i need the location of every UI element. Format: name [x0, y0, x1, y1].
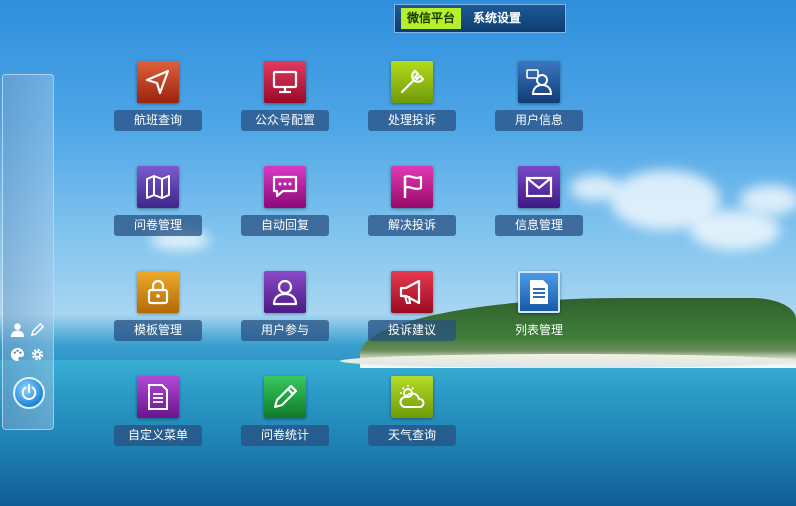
- app-survey-management[interactable]: 问卷管理: [103, 166, 213, 246]
- lock-icon: [137, 271, 179, 313]
- app-label: 公众号配置: [241, 110, 329, 131]
- app-label: 处理投诉: [368, 110, 456, 131]
- pencil-icon[interactable]: [29, 321, 45, 337]
- wrench-icon: [391, 61, 433, 103]
- envelope-icon: [518, 166, 560, 208]
- chat-bubble-icon: [264, 166, 306, 208]
- app-label: 用户信息: [495, 110, 583, 131]
- power-icon: [20, 383, 38, 404]
- palette-icon[interactable]: [9, 346, 25, 362]
- app-label: 列表管理: [514, 323, 563, 337]
- app-label: 问卷统计: [241, 425, 329, 446]
- app-label: 天气查询: [368, 425, 456, 446]
- map-icon: [137, 166, 179, 208]
- user-icon: [264, 271, 306, 313]
- navigation-arrow-icon: [137, 61, 179, 103]
- app-template-management[interactable]: 模板管理: [103, 271, 213, 351]
- monitor-icon: [264, 61, 306, 103]
- app-label: 航班查询: [114, 110, 202, 131]
- top-tab-bar: 微信平台 系统设置: [394, 4, 566, 33]
- left-dock-panel: [2, 74, 54, 430]
- app-complaint-suggestions[interactable]: 投诉建议: [357, 271, 467, 351]
- app-label: 投诉建议: [368, 320, 456, 341]
- app-official-account-config[interactable]: 公众号配置: [230, 61, 340, 141]
- app-message-management[interactable]: 信息管理: [484, 166, 594, 246]
- app-handle-complaints[interactable]: 处理投诉: [357, 61, 467, 141]
- app-label: 问卷管理: [114, 215, 202, 236]
- power-button[interactable]: [13, 377, 45, 409]
- user-icon[interactable]: [9, 321, 25, 337]
- background-cloud: [690, 210, 780, 250]
- app-label: 用户参与: [241, 320, 329, 341]
- tab-system-settings[interactable]: 系统设置: [467, 8, 527, 29]
- gear-icon[interactable]: [29, 346, 45, 362]
- app-label: 模板管理: [114, 320, 202, 341]
- app-flight-query[interactable]: 航班查询: [103, 61, 213, 141]
- megaphone-icon: [391, 271, 433, 313]
- app-list-management[interactable]: 列表管理: [484, 271, 594, 351]
- flag-icon: [391, 166, 433, 208]
- app-label: 解决投诉: [368, 215, 456, 236]
- app-resolve-complaints[interactable]: 解决投诉: [357, 166, 467, 246]
- background-beach: [340, 354, 796, 368]
- user-card-icon: [518, 61, 560, 103]
- app-label: 自定义菜单: [114, 425, 202, 446]
- pencil-icon: [264, 376, 306, 418]
- document-icon: [518, 271, 560, 313]
- app-user-participation[interactable]: 用户参与: [230, 271, 340, 351]
- app-weather-query[interactable]: 天气查询: [357, 376, 467, 456]
- app-label: 自动回复: [241, 215, 329, 236]
- app-custom-menu[interactable]: 自定义菜单: [103, 376, 213, 456]
- app-user-info[interactable]: 用户信息: [484, 61, 594, 141]
- app-label: 信息管理: [495, 215, 583, 236]
- list-document-icon: [137, 376, 179, 418]
- app-survey-statistics[interactable]: 问卷统计: [230, 376, 340, 456]
- weather-icon: [391, 376, 433, 418]
- background-cloud: [740, 185, 796, 215]
- tab-wechat-platform[interactable]: 微信平台: [401, 8, 462, 29]
- app-auto-reply[interactable]: 自动回复: [230, 166, 340, 246]
